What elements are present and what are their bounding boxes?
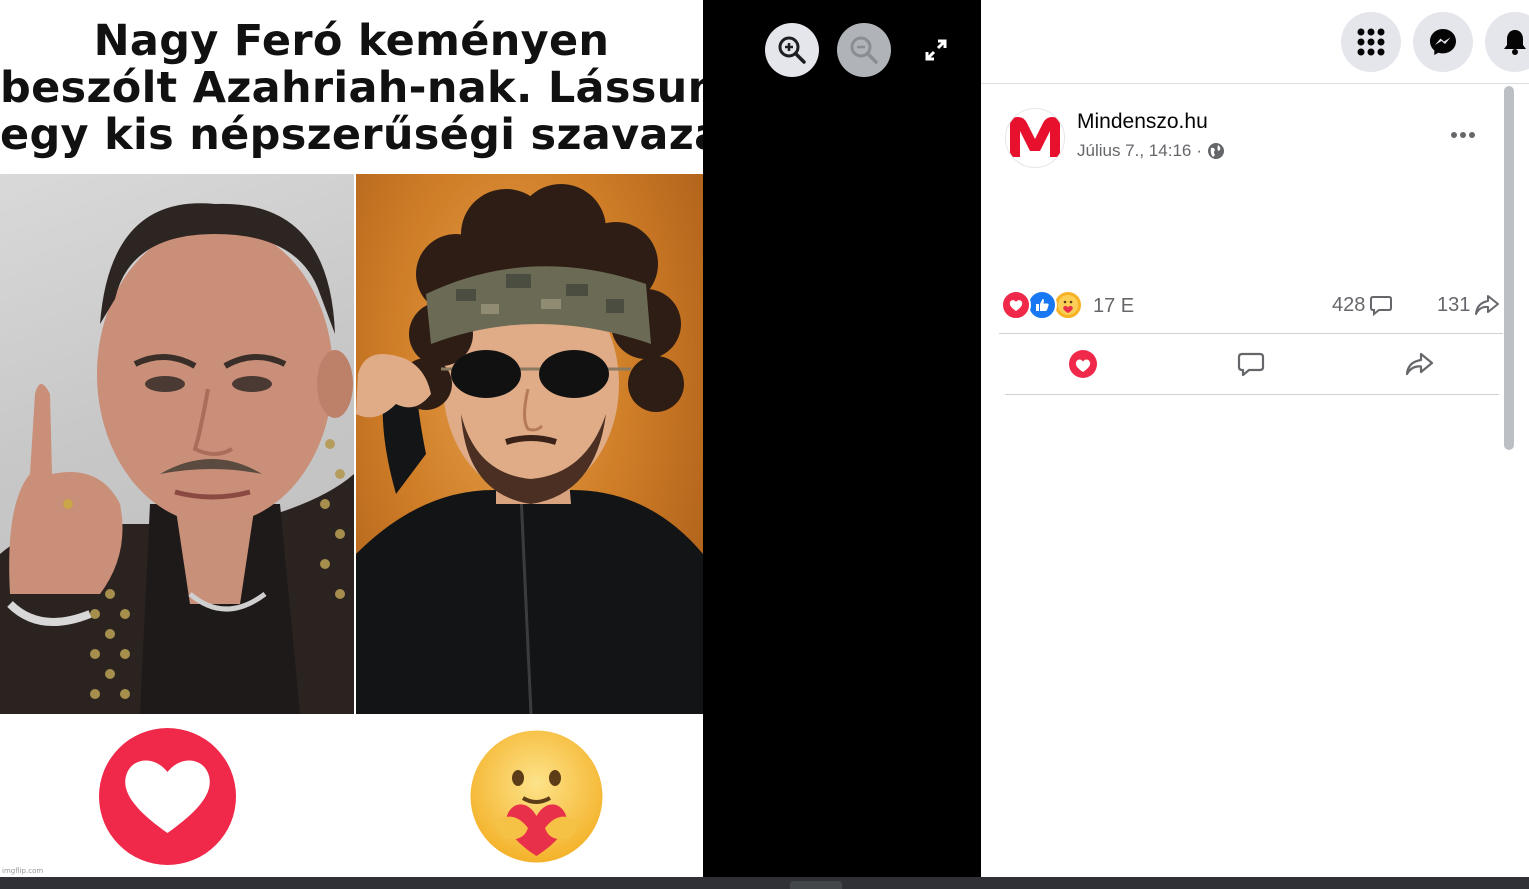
top-bar <box>981 0 1529 84</box>
love-icon <box>1001 290 1031 320</box>
fullscreen-button[interactable] <box>909 23 963 77</box>
globe-icon[interactable] <box>1207 142 1225 160</box>
meme-caption-line-3: egy kis népszerűségi szavazást! <box>0 110 703 160</box>
photo-viewer: Nagy Feró keményen beszólt Azahriah-nak.… <box>0 0 1529 889</box>
more-dots-icon <box>1451 132 1475 138</box>
share-count[interactable]: 131 <box>1437 293 1500 317</box>
post-options-button[interactable] <box>1445 120 1481 150</box>
messenger-button[interactable] <box>1413 12 1473 72</box>
zoom-out-icon <box>850 36 878 64</box>
comment-count[interactable]: 428 <box>1332 293 1393 317</box>
care-reaction-icon <box>468 728 605 865</box>
expand-icon <box>925 39 947 61</box>
post-image[interactable]: Nagy Feró keményen beszólt Azahriah-nak.… <box>0 0 703 877</box>
vote-reactions <box>0 714 703 877</box>
comment-small-icon <box>1370 296 1393 317</box>
comment-count-value: 428 <box>1332 293 1366 316</box>
zoom-in-icon <box>778 36 806 64</box>
grid-menu-icon <box>1357 28 1385 56</box>
comment-icon <box>1237 352 1265 377</box>
meta-separator: · <box>1196 141 1203 160</box>
image-watermark: imgflip.com <box>2 867 44 875</box>
meme-caption-line-2: beszólt Azahriah-nak. Lássunk <box>0 63 703 113</box>
zoom-out-button[interactable] <box>837 23 891 77</box>
react-button[interactable] <box>1065 346 1101 382</box>
post-stats: 17 E 428 131 <box>1001 290 1501 322</box>
meme-caption: Nagy Feró keményen beszólt Azahriah-nak.… <box>0 18 703 159</box>
like-icon <box>1027 290 1057 320</box>
page-avatar[interactable] <box>1005 108 1065 168</box>
love-reaction-icon <box>99 728 236 865</box>
post-side-panel: Mindenszo.hu Július 7., 14:16 · 17 E 428… <box>981 0 1529 877</box>
panel-scrollbar[interactable] <box>1502 84 1516 877</box>
notifications-button[interactable] <box>1485 12 1529 72</box>
viewer-controls <box>703 0 981 877</box>
reaction-count[interactable]: 17 E <box>1093 295 1134 318</box>
post-date-link[interactable]: Július 7., 14:16 <box>1077 141 1191 161</box>
page-name-link[interactable]: Mindenszo.hu <box>1077 110 1208 134</box>
taskbar-item[interactable] <box>790 881 842 889</box>
stats-divider <box>999 333 1503 334</box>
person-illustration-left <box>0 203 354 714</box>
love-react-icon <box>1069 350 1097 378</box>
photo-right-person <box>356 174 703 714</box>
share-count-value: 131 <box>1437 293 1471 316</box>
photo-left-person <box>0 174 354 714</box>
share-button[interactable] <box>1401 346 1437 382</box>
zoom-in-button[interactable] <box>765 23 819 77</box>
menu-button[interactable] <box>1341 12 1401 72</box>
messenger-icon <box>1430 29 1456 55</box>
reaction-summary[interactable] <box>1001 290 1083 320</box>
care-icon <box>1053 290 1083 320</box>
person-illustration-right <box>356 184 703 714</box>
comment-button[interactable] <box>1233 346 1269 382</box>
bell-icon <box>1504 30 1526 55</box>
actions-divider <box>1005 394 1499 395</box>
scrollbar-thumb[interactable] <box>1504 86 1514 450</box>
mindenszo-logo-icon <box>1010 117 1060 157</box>
os-taskbar <box>0 877 1529 889</box>
post-meta: Július 7., 14:16 · <box>1077 141 1225 161</box>
share-small-icon <box>1475 295 1500 315</box>
share-icon <box>1405 352 1434 376</box>
meme-caption-line-1: Nagy Feró keményen <box>93 16 610 66</box>
